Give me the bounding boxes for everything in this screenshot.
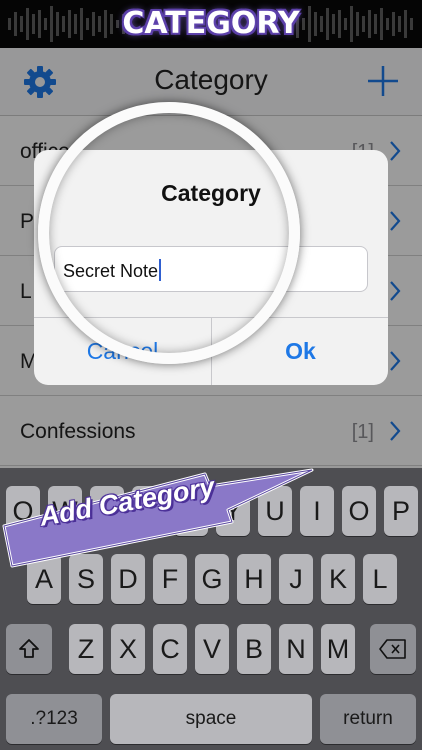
key-o[interactable]: O xyxy=(342,486,376,536)
return-key[interactable]: return xyxy=(320,694,416,744)
magnifier-ring-decoration xyxy=(38,102,300,364)
promo-banner: CATEGORY xyxy=(0,0,422,48)
key-v[interactable]: V xyxy=(195,624,229,674)
shift-icon xyxy=(19,639,39,658)
banner-title: CATEGORY xyxy=(122,6,300,41)
key-z[interactable]: Z xyxy=(69,624,103,674)
shift-key[interactable] xyxy=(6,624,52,674)
key-c[interactable]: C xyxy=(153,624,187,674)
key-m[interactable]: M xyxy=(321,624,355,674)
key-b[interactable]: B xyxy=(237,624,271,674)
numbers-key[interactable]: .?123 xyxy=(6,694,102,744)
key-l[interactable]: L xyxy=(363,554,397,604)
key-x[interactable]: X xyxy=(111,624,145,674)
backspace-icon xyxy=(379,639,406,659)
delete-key[interactable] xyxy=(370,624,416,674)
space-key[interactable]: space xyxy=(110,694,312,744)
key-p[interactable]: P xyxy=(384,486,418,536)
key-n[interactable]: N xyxy=(279,624,313,674)
